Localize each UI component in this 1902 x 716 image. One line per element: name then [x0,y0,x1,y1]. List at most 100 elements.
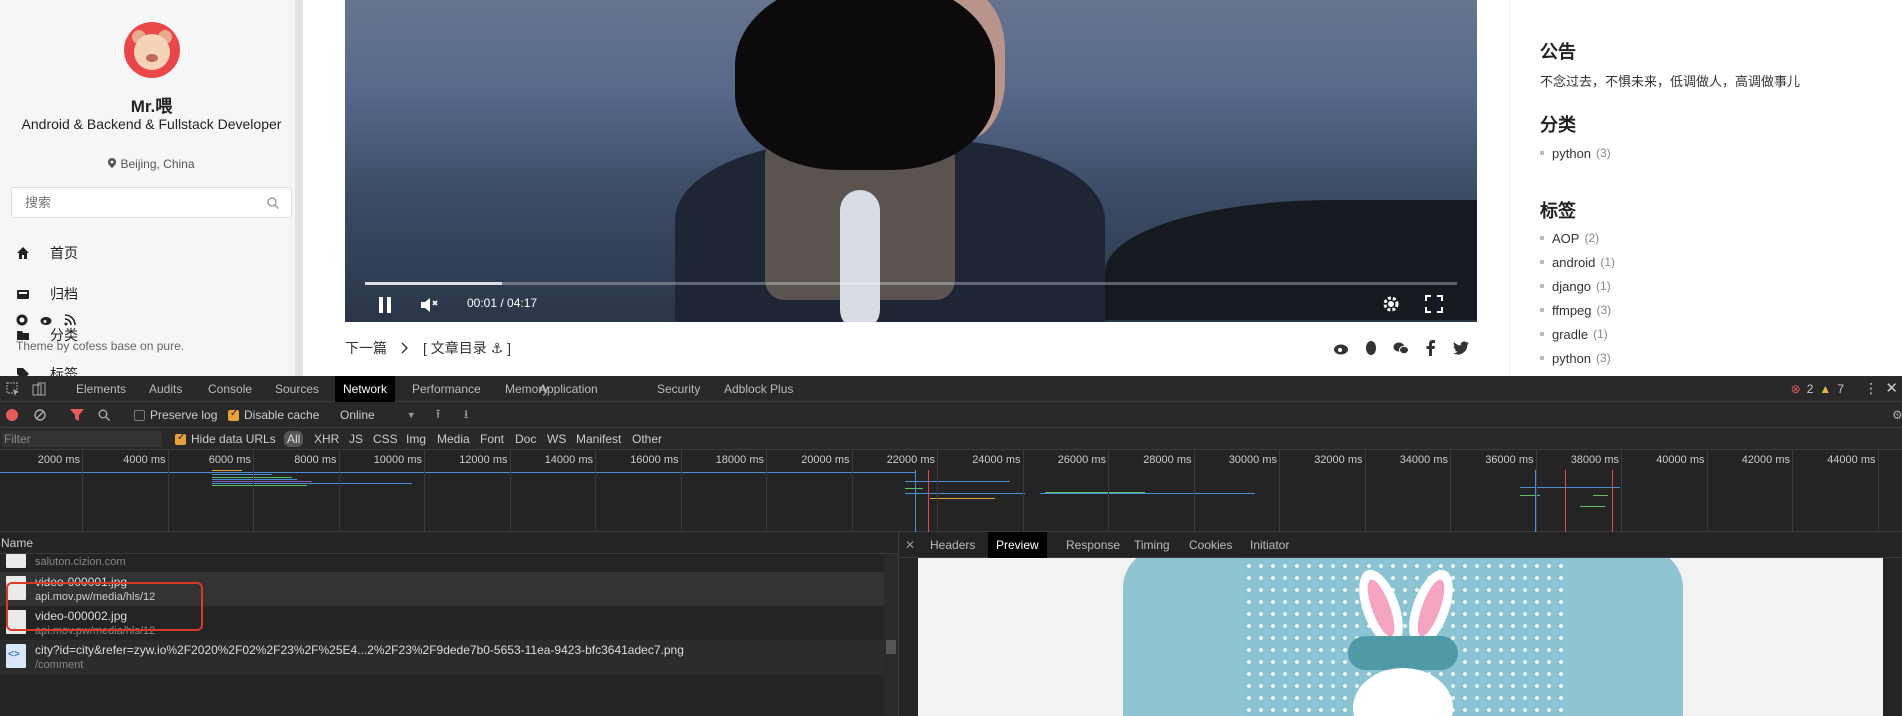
table-row[interactable]: <> city?id=city&refer=zyw.io%2F2020%2F02… [0,640,884,674]
import-har-button[interactable]: ⭱ [436,402,440,428]
tab-preview[interactable]: Preview [988,532,1047,558]
timeline-tick-label: 26000 ms [1057,454,1106,466]
download-icon: ⭳ [464,406,469,421]
video-player[interactable]: 00:01 / 04:17 [345,0,1477,322]
type-filter-manifest[interactable]: Manifest [576,428,621,450]
console-badges[interactable]: ⊗ 2 ▲ 7 [1791,382,1844,396]
tag-item[interactable]: python (3) [1540,346,1615,370]
request-list-scrollbar[interactable] [884,554,898,716]
tag-item[interactable]: ffmpeg (3) [1540,298,1615,322]
filter-toggle[interactable] [70,402,84,428]
weibo-share-icon[interactable] [1333,340,1349,356]
qq-share-icon[interactable] [1363,340,1379,356]
type-filter-img[interactable]: Img [406,428,426,450]
record-button[interactable] [6,402,18,428]
type-filter-doc[interactable]: Doc [515,428,536,450]
tag-item[interactable]: django (1) [1540,274,1615,298]
close-detail-icon[interactable]: ✕ [905,538,915,552]
tab-adblock-plus[interactable]: Adblock Plus [716,376,801,402]
tab-headers[interactable]: Headers [922,532,983,558]
export-har-button[interactable]: ⭳ [464,402,468,428]
rss-icon[interactable] [64,314,76,326]
settings-gear-icon[interactable] [1382,295,1400,313]
timeline-bar [905,488,923,489]
type-filter-other[interactable]: Other [632,428,662,450]
timeline-gridline [1792,450,1793,532]
weibo-icon[interactable] [40,314,52,326]
video-time: 00:01 / 04:17 [467,296,538,310]
tab-cookies[interactable]: Cookies [1181,532,1240,558]
type-filter-font[interactable]: Font [480,428,504,450]
fullscreen-icon[interactable] [1425,295,1443,313]
timeline-bar [905,481,1010,482]
more-menu-icon[interactable]: ⋮ [1864,380,1878,397]
timeline-bar [212,481,312,482]
inspect-element-icon[interactable] [6,382,20,396]
tab-response[interactable]: Response [1058,532,1128,558]
preserve-log-checkbox[interactable]: Preserve log [134,402,217,428]
video-progress-bar[interactable] [365,282,1457,285]
pause-icon[interactable] [378,297,392,313]
preserve-log-label: Preserve log [150,408,218,422]
avatar[interactable] [124,22,180,78]
tab-elements[interactable]: Elements [68,376,134,402]
facebook-share-icon[interactable] [1423,340,1439,356]
tab-timing[interactable]: Timing [1126,532,1178,558]
search-icon[interactable] [267,197,279,209]
disable-cache-checkbox[interactable]: Disable cache [228,402,319,428]
type-filter-css[interactable]: CSS [373,428,398,450]
tab-sources[interactable]: Sources [267,376,327,402]
close-devtools-icon[interactable]: ✕ [1885,379,1898,397]
tab-application[interactable]: Application [531,376,606,402]
type-filter-media[interactable]: Media [437,428,470,450]
table-row[interactable]: saluton.cizion.com [0,554,884,572]
tab-initiator[interactable]: Initiator [1242,532,1297,558]
twitter-share-icon[interactable] [1453,340,1469,356]
timeline-gridline [509,450,511,532]
github-icon[interactable] [16,314,28,326]
filter-input[interactable]: Filter [2,431,162,447]
tag-item[interactable]: gradle (1) [1540,322,1615,346]
tab-security[interactable]: Security [649,376,708,402]
category-item[interactable]: python (3) [1540,141,1611,165]
toc-link[interactable]: [ 文章目录 ⚓ ] [423,338,511,358]
error-icon: ⊗ [1790,382,1801,396]
tab-network[interactable]: Network [335,376,396,402]
upload-icon: ⭱ [436,406,441,421]
timeline-gridline [1621,450,1622,532]
search-input[interactable] [12,188,257,217]
tab-performance[interactable]: Performance [404,376,489,402]
nav-archive[interactable]: 归档 [16,284,78,304]
tag-count: (1) [1596,279,1611,293]
column-header-name[interactable]: Name [0,532,898,554]
device-toolbar-icon[interactable] [32,382,46,396]
location-text: Beijing, China [120,157,195,171]
tag-icon [17,368,29,376]
network-overview-timeline[interactable]: 2000 ms 4000 ms 6000 ms 8000 ms 10000 ms 1200… [0,450,1902,532]
tag-name: django [1552,278,1592,294]
scrollbar-thumb[interactable] [886,640,896,654]
nav-tags[interactable]: 标签 [16,364,78,376]
nav-home[interactable]: 首页 [16,243,78,263]
tag-item[interactable]: android (1) [1540,250,1615,274]
hide-data-urls-checkbox[interactable]: Hide data URLs [175,428,276,450]
network-settings-button[interactable]: ⚙ [1892,402,1902,428]
settings-gear-icon: ⚙ [1892,408,1902,422]
next-post-link[interactable]: 下一篇 [345,338,387,358]
tab-audits[interactable]: Audits [141,376,190,402]
type-filter-js[interactable]: JS [349,428,363,450]
timeline-bar [0,472,55,473]
wechat-share-icon[interactable] [1393,340,1409,356]
tab-console[interactable]: Console [200,376,260,402]
notice-text: 不念过去，不惧未来，低调做人，高调做事儿 [1540,74,1801,89]
throttle-select[interactable]: Online ▼ [340,402,416,428]
type-filter-ws[interactable]: WS [547,428,566,450]
type-filter-all[interactable]: All [284,431,304,447]
tag-item[interactable]: AOP (2) [1540,226,1615,250]
clear-button[interactable] [34,402,46,428]
type-filter-xhr[interactable]: XHR [314,428,339,450]
tags-title: 标签 [1540,201,1576,221]
search-requests-button[interactable] [98,402,110,428]
volume-icon[interactable] [420,296,438,314]
dropdown-arrow-icon: ▼ [406,410,416,420]
